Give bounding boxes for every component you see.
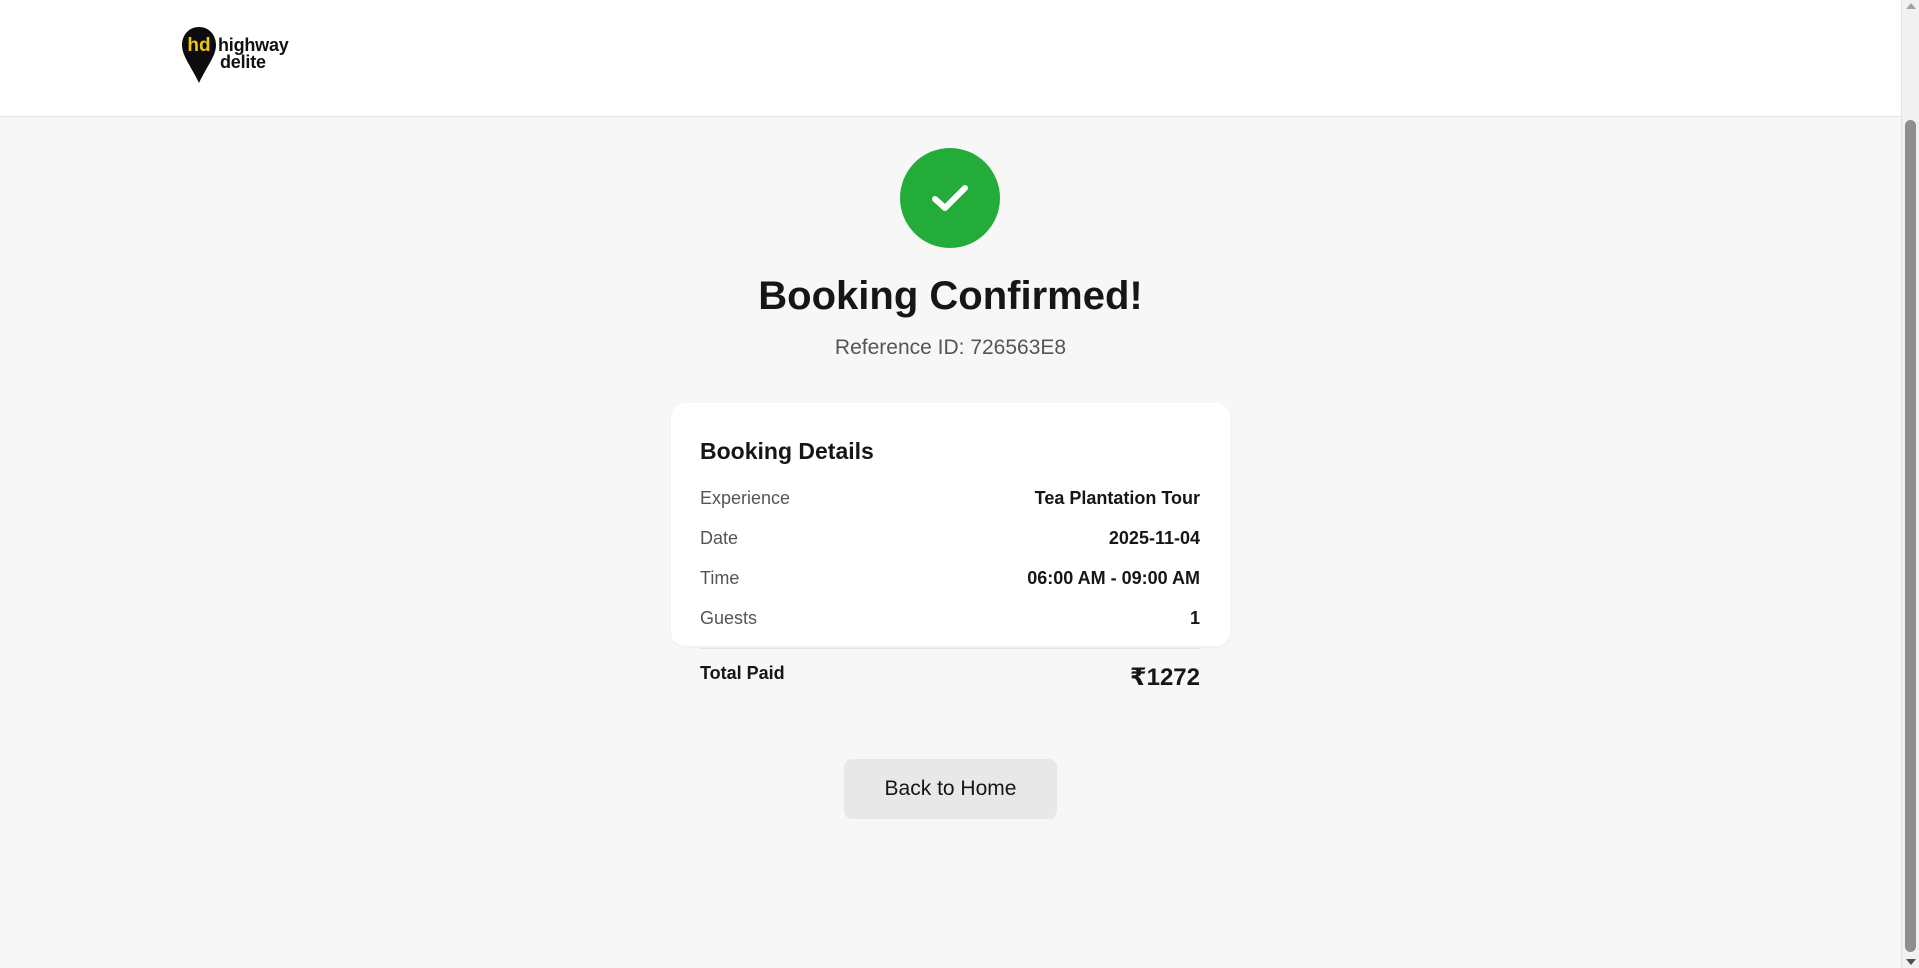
detail-value: 2025-11-04 [1108,528,1200,548]
scroll-down-arrow-icon[interactable] [1906,959,1916,965]
detail-value: 1 [1189,608,1200,628]
location-pin-icon: hd [182,27,216,83]
detail-label: Time [700,568,740,588]
vertical-scrollbar[interactable] [1901,0,1919,968]
brand-logo[interactable]: hd highway delite [181,26,289,84]
total-paid-row: Total Paid ₹1272 [700,663,1200,692]
card-title: Booking Details [700,438,874,464]
detail-row-guests: Guests 1 [700,608,1200,629]
detail-label: Date [700,528,739,548]
back-to-home-button[interactable]: Back to Home [844,759,1057,819]
reference-id: Reference ID: 726563E8 [834,336,1067,359]
detail-label: Guests [700,608,758,628]
app-window: hd highway delite Booking Confirmed! Ref… [0,0,1919,968]
detail-row-time: Time 06:00 AM - 09:00 AM [700,568,1200,589]
checkmark-icon [932,185,968,211]
detail-value: 06:00 AM - 09:00 AM [1027,568,1200,588]
detail-row-experience: Experience Tea Plantation Tour [700,488,1200,509]
detail-value: Tea Plantation Tour [1034,488,1200,508]
confirmation-page: Booking Confirmed! Reference ID: 726563E… [0,117,1901,968]
logo-wordmark: highway delite [218,36,289,72]
total-paid-label: Total Paid [700,663,785,683]
logo-line-2: delite [220,52,266,72]
detail-row-date: Date 2025-11-04 [700,528,1200,549]
scrollbar-thumb[interactable] [1905,120,1916,952]
detail-label: Experience [700,488,791,508]
logo-monogram: hd [187,35,210,56]
booking-details-card: Booking Details Experience Tea Plantatio… [671,403,1230,691]
total-paid-value: ₹1272 [1129,664,1200,691]
top-header: hd highway delite [0,0,1901,117]
scroll-up-arrow-icon[interactable] [1906,3,1916,9]
page-title: Booking Confirmed! [758,274,1143,318]
total-divider [700,648,1200,649]
success-badge [900,148,1000,248]
